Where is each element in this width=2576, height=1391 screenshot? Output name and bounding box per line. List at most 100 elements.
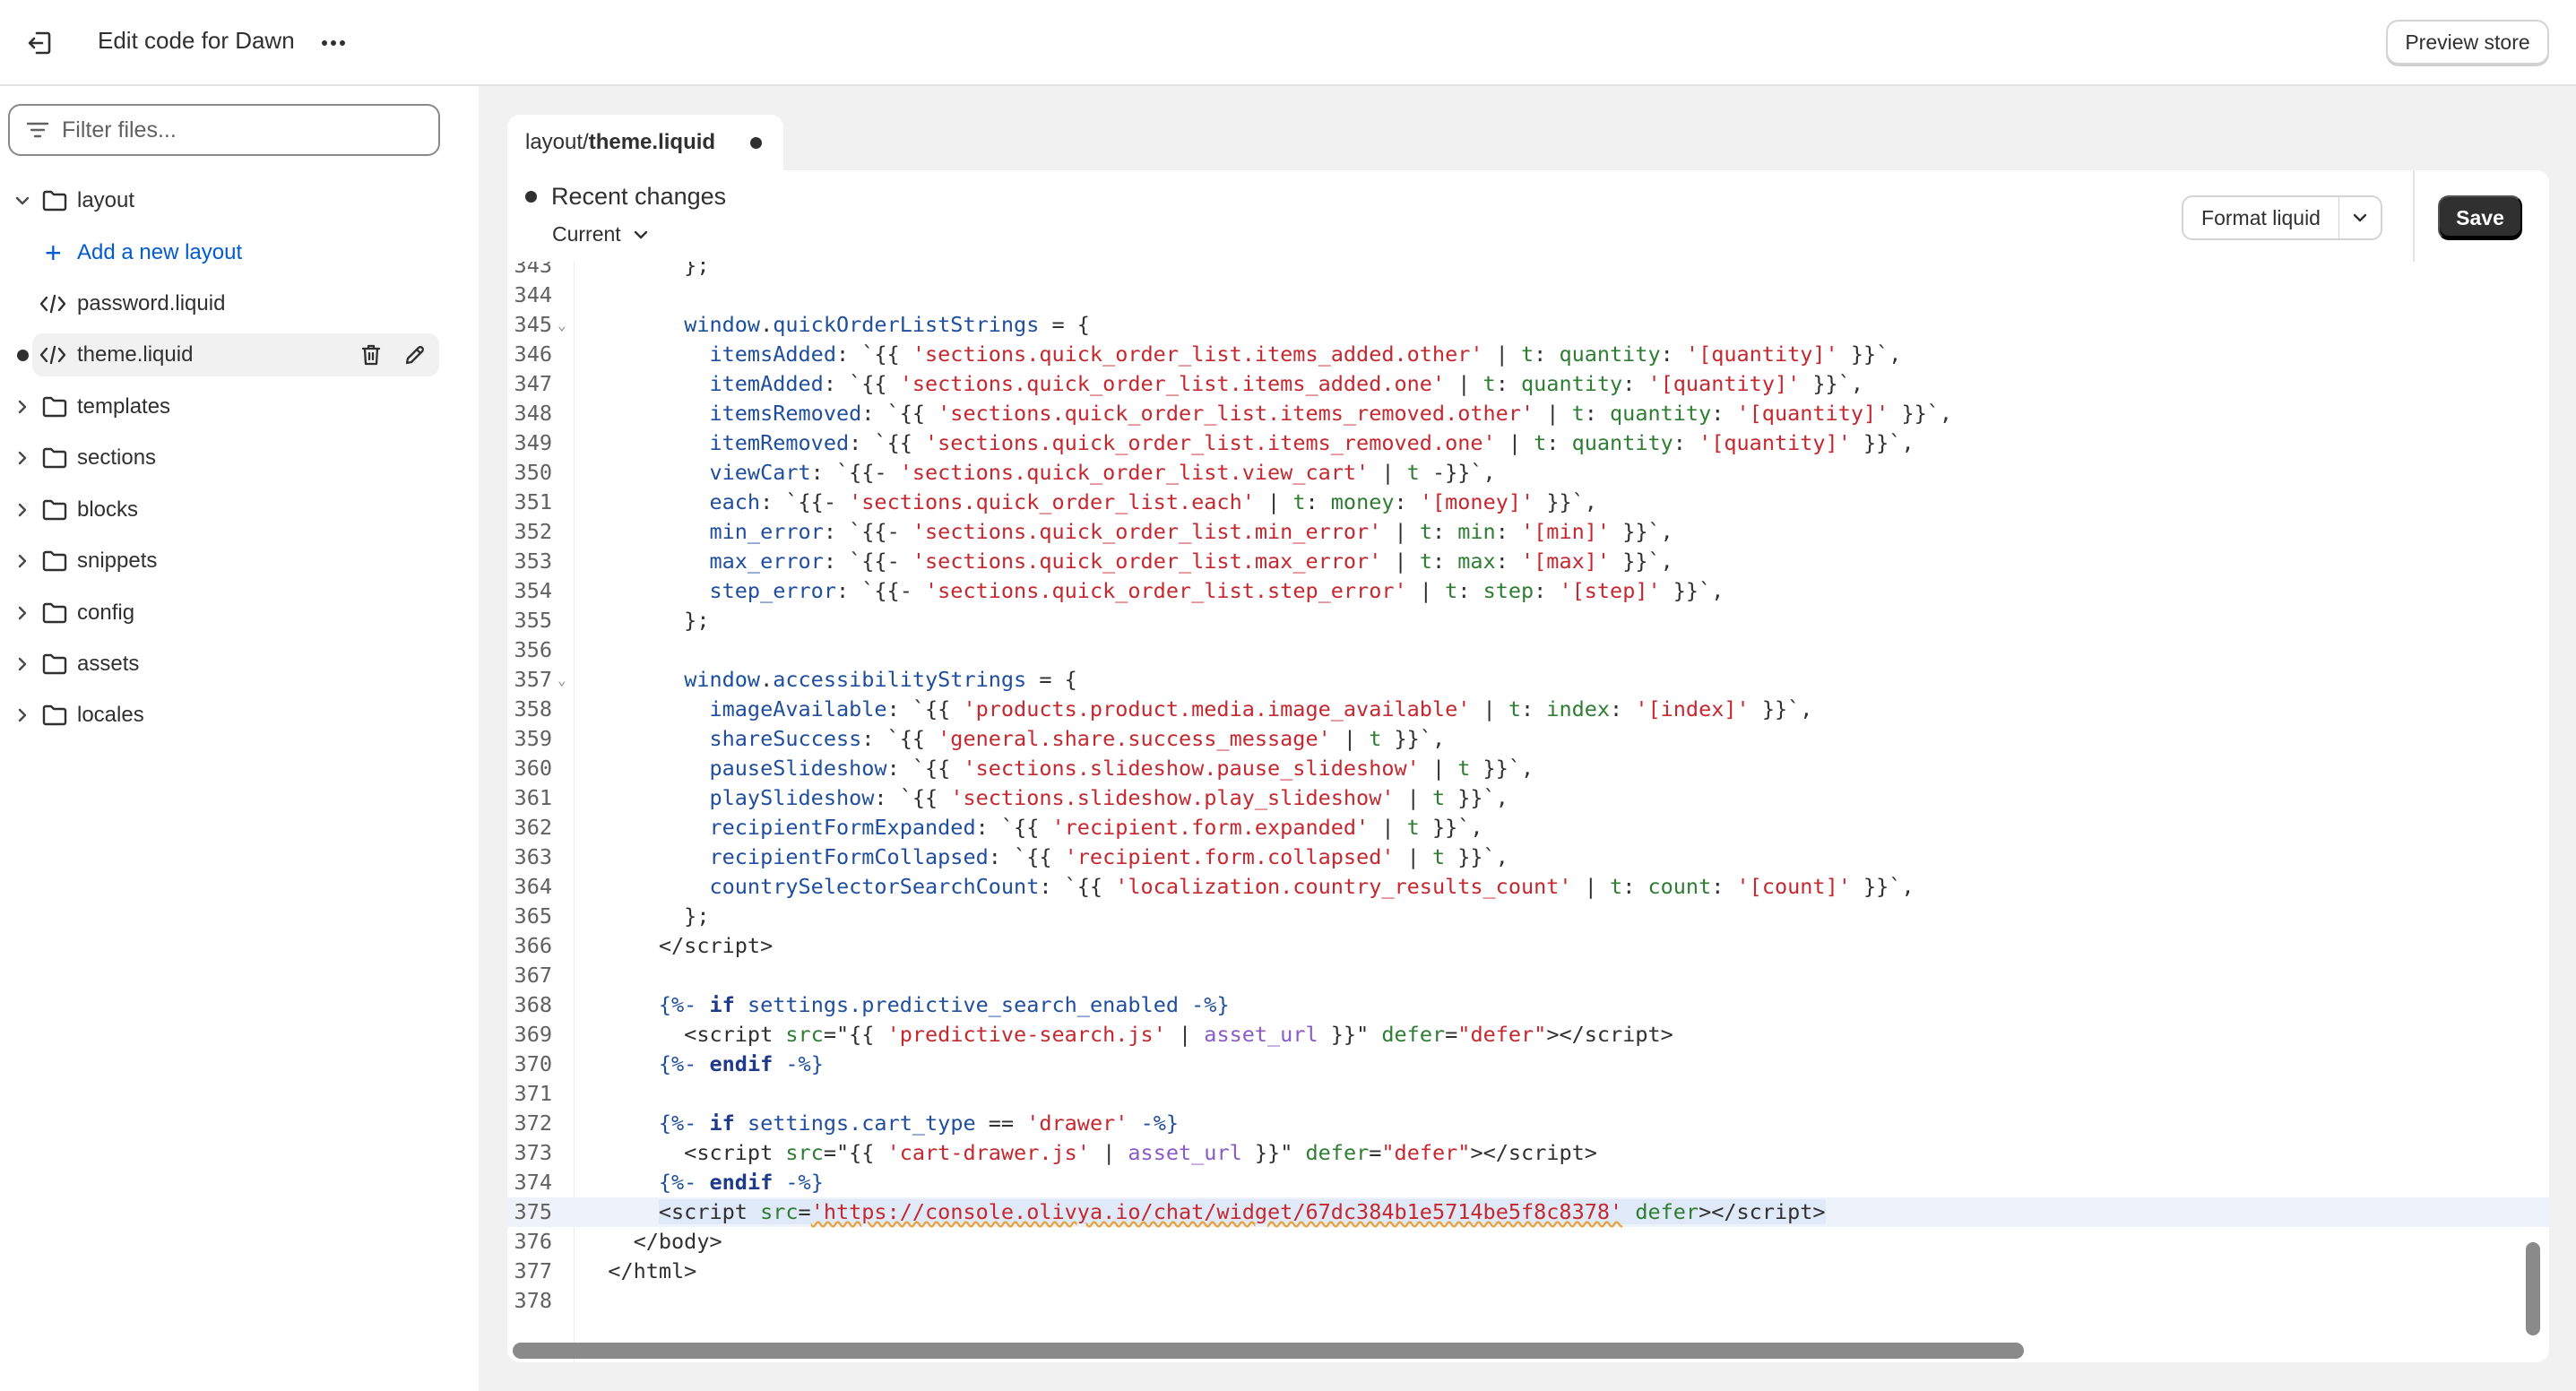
folder-label: locales [77,703,144,727]
folder-config[interactable]: config [0,592,479,635]
code-editor[interactable]: 343 }; 344 345 ⌄ window.quickOrderListStr… [507,228,2549,1362]
code-text: <script src="{{ 'cart-drawer.js' | asset… [583,1140,1597,1165]
unsaved-dot [17,350,29,361]
line-number: 365 [514,903,552,929]
code-text: itemRemoved: `{{ 'sections.quick_order_l… [709,430,1915,455]
code-line-active: 375 <script src='https://console.olivya.… [507,1197,2549,1227]
fold-chevron-icon[interactable]: ⌄ [558,310,566,340]
folder-label: templates [77,394,171,419]
line-number: 355 [514,608,552,633]
add-new-layout-link[interactable]: + Add a new layout [0,231,479,274]
code-line: 376 </body> [507,1227,2549,1257]
line-number: 356 [514,637,552,662]
page-title: Edit code for Dawn [98,27,295,54]
fold-chevron-icon[interactable]: ⌄ [558,665,566,695]
code-text: itemsRemoved: `{{ 'sections.quick_order_… [709,401,1953,426]
code-line: 370 {%- endif -%} [507,1050,2549,1079]
line-number: 369 [514,1022,552,1047]
line-number: 351 [514,489,552,514]
folder-locales[interactable]: locales [0,694,479,737]
line-number: 345 [514,312,552,337]
folder-label: sections [77,445,157,470]
code-text: shareSuccess: `{{ 'general.share.success… [709,726,1446,751]
code-text: </html> [583,1258,697,1283]
folder-icon [42,447,67,469]
code-line: 350 viewCart: `{{- 'sections.quick_order… [507,458,2549,488]
code-text: itemAdded: `{{ 'sections.quick_order_lis… [709,371,1864,396]
file-theme-liquid[interactable]: theme.liquid [32,333,439,376]
code-line: 357 ⌄ window.accessibilityStrings = { [507,665,2549,695]
more-actions-button[interactable] [314,23,353,63]
folder-icon [42,550,67,572]
save-button[interactable]: Save [2438,195,2522,240]
preview-store-button[interactable]: Preview store [2386,20,2549,65]
code-line: 364 countrySelectorSearchCount: `{{ 'loc… [507,872,2549,902]
code-text: playSlideshow: `{{ 'sections.slideshow.p… [709,785,1508,810]
filter-files-field[interactable] [8,104,440,156]
code-line: 346 itemsAdded: `{{ 'sections.quick_orde… [507,340,2549,369]
code-text: <script src='https://console.olivya.io/c… [658,1199,1826,1224]
version-select-label: Current [552,222,621,246]
exit-button[interactable] [20,23,59,63]
folder-templates[interactable]: templates [0,385,479,428]
code-line: 362 recipientFormExpanded: `{{ 'recipien… [507,813,2549,842]
folder-snippets[interactable]: snippets [0,540,479,583]
code-line: 358 imageAvailable: `{{ 'products.produc… [507,695,2549,724]
code-text: recipientFormExpanded: `{{ 'recipient.fo… [709,815,1483,840]
code-text: min_error: `{{- 'sections.quick_order_li… [709,519,1673,544]
code-text: <script src="{{ 'predictive-search.js' |… [583,1022,1673,1047]
unsaved-dot [525,191,537,203]
folder-layout[interactable]: layout [0,179,479,222]
code-line: 360 pauseSlideshow: `{{ 'sections.slides… [507,754,2549,783]
line-number: 364 [514,874,552,899]
version-select[interactable]: Current [552,222,648,246]
code-file-icon [39,343,66,367]
chevron-down-icon [2353,213,2367,222]
filter-files-input[interactable] [62,117,420,143]
code-line: 351 each: `{{- 'sections.quick_order_lis… [507,488,2549,517]
trash-icon[interactable] [360,343,382,367]
format-liquid-button[interactable]: Format liquid [2182,195,2339,240]
line-number: 349 [514,430,552,455]
file-label: password.liquid [77,291,226,315]
vertical-scrollbar[interactable] [2526,1242,2540,1335]
file-password-liquid[interactable]: password.liquid [0,282,479,325]
line-number: 377 [514,1258,552,1283]
code-text: }; [583,903,710,929]
code-text: {%- if settings.predictive_search_enable… [658,992,1230,1017]
folder-blocks[interactable]: blocks [0,488,479,531]
file-label: theme.liquid [77,342,194,367]
tab-theme-liquid[interactable]: layout/theme.liquid [507,115,783,170]
chevron-right-icon [13,705,32,725]
folder-label: snippets [77,549,158,573]
more-horizontal-icon [322,40,345,46]
top-bar: Edit code for Dawn Preview store [0,0,2576,86]
edit-pencil-icon[interactable] [403,343,427,367]
folder-assets[interactable]: assets [0,643,479,686]
line-number: 350 [514,460,552,485]
line-number: 371 [514,1081,552,1106]
folder-label: blocks [77,497,139,522]
code-file-icon [39,292,66,315]
chevron-down-icon [13,191,32,211]
code-text: {%- if settings.cart_type == 'drawer' -%… [658,1110,1180,1136]
file-sidebar: layout + Add a new layout password.liqui… [0,86,479,1391]
code-text: countrySelectorSearchCount: `{{ 'localiz… [709,874,1915,899]
code-line: 367 [507,961,2549,990]
code-text: step_error: `{{- 'sections.quick_order_l… [709,578,1725,603]
chevron-right-icon [13,500,32,520]
code-line: 365 }; [507,902,2549,931]
horizontal-scrollbar[interactable] [513,1343,2024,1359]
folder-sections[interactable]: sections [0,436,479,480]
format-options-dropdown[interactable] [2339,195,2382,240]
add-layout-label: Add a new layout [77,240,243,264]
code-line: 377 </html> [507,1257,2549,1286]
line-number: 370 [514,1051,552,1076]
code-line: 368 {%- if settings.predictive_search_en… [507,990,2549,1020]
tab-dir: layout/ [525,130,589,154]
code-line: 349 itemRemoved: `{{ 'sections.quick_ord… [507,428,2549,458]
editor-header: Recent changes Current Format liquid Sav… [507,170,2549,262]
code-text: }; [583,608,710,633]
code-line: 354 step_error: `{{- 'sections.quick_ord… [507,576,2549,606]
code-line: 352 min_error: `{{- 'sections.quick_orde… [507,517,2549,547]
